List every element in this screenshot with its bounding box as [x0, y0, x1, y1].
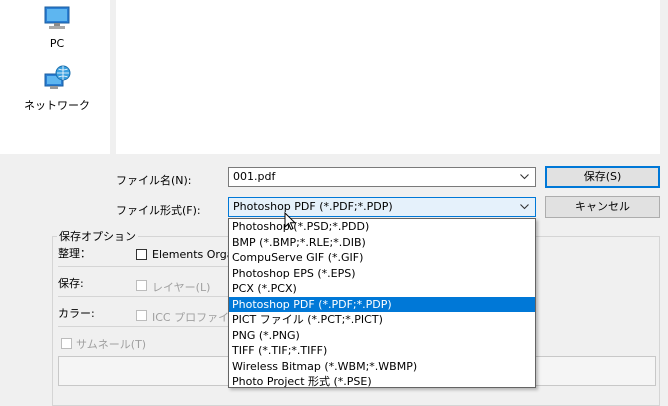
mouse-cursor-icon: [284, 212, 296, 231]
icc-profile-label: ICC プロファイル: [152, 311, 241, 324]
file-list-area[interactable]: [116, 0, 660, 154]
filetype-selected-value: Photoshop PDF (*.PDF;*.PDP): [233, 200, 393, 213]
filename-label: ファイル名(N):: [116, 174, 192, 187]
sidebar-item-network[interactable]: ネットワーク: [12, 64, 102, 113]
organize-label: 整理：: [58, 247, 91, 260]
cancel-button[interactable]: キャンセル: [545, 196, 660, 218]
save-options-legend: 保存オプション: [57, 228, 138, 244]
pc-icon: [44, 6, 70, 29]
dropdown-option[interactable]: PCX (*.PCX): [229, 281, 535, 297]
thumbnail-checkbox[interactable]: [61, 338, 72, 349]
layers-checkbox[interactable]: [136, 280, 147, 291]
dropdown-option[interactable]: BMP (*.BMP;*.RLE;*.DIB): [229, 235, 535, 251]
navigation-pane: PC ネットワーク: [0, 0, 110, 154]
layers-label: レイヤー(L): [152, 281, 211, 294]
elements-organizer-checkbox[interactable]: [136, 249, 147, 260]
divider: [58, 266, 228, 267]
save-options-label: 保存:: [58, 277, 84, 290]
network-icon: [44, 65, 71, 89]
sidebar-item-label: PC: [49, 37, 65, 50]
filetype-select[interactable]: Photoshop PDF (*.PDF;*.PDP): [228, 197, 536, 217]
filetype-label: ファイル形式(F):: [116, 204, 201, 217]
thumbnail-label: サムネール(T): [76, 338, 147, 351]
dropdown-option[interactable]: Photo Project 形式 (*.PSE): [229, 374, 535, 390]
elements-organizer-label: Elements Orga: [152, 248, 234, 261]
filetype-dropdown-list[interactable]: Photoshop (*.PSD;*.PDD) BMP (*.BMP;*.RLE…: [228, 218, 536, 388]
dropdown-option[interactable]: Photoshop EPS (*.EPS): [229, 266, 535, 282]
chevron-down-icon[interactable]: [520, 174, 529, 180]
divider: [58, 326, 228, 327]
sidebar-item-label: ネットワーク: [24, 99, 90, 112]
dropdown-option[interactable]: PNG (*.PNG): [229, 328, 535, 344]
color-label: カラー:: [58, 307, 95, 320]
dropdown-option-selected[interactable]: Photoshop PDF (*.PDF;*.PDP): [229, 296, 535, 312]
chevron-down-icon[interactable]: [520, 204, 529, 210]
dropdown-option[interactable]: CompuServe GIF (*.GIF): [229, 250, 535, 266]
sidebar-item-pc[interactable]: PC: [12, 4, 102, 50]
filename-input[interactable]: 001.pdf: [233, 170, 275, 183]
icc-profile-checkbox[interactable]: [136, 310, 147, 321]
dropdown-option[interactable]: Photoshop (*.PSD;*.PDD): [229, 219, 535, 235]
dropdown-option[interactable]: Wireless Bitmap (*.WBM;*.WBMP): [229, 359, 535, 375]
filename-combobox[interactable]: 001.pdf: [228, 167, 536, 187]
dropdown-option[interactable]: PICT ファイル (*.PCT;*.PICT): [229, 312, 535, 328]
dropdown-option[interactable]: TIFF (*.TIF;*.TIFF): [229, 343, 535, 359]
divider: [58, 296, 228, 297]
save-button[interactable]: 保存(S): [545, 166, 660, 188]
